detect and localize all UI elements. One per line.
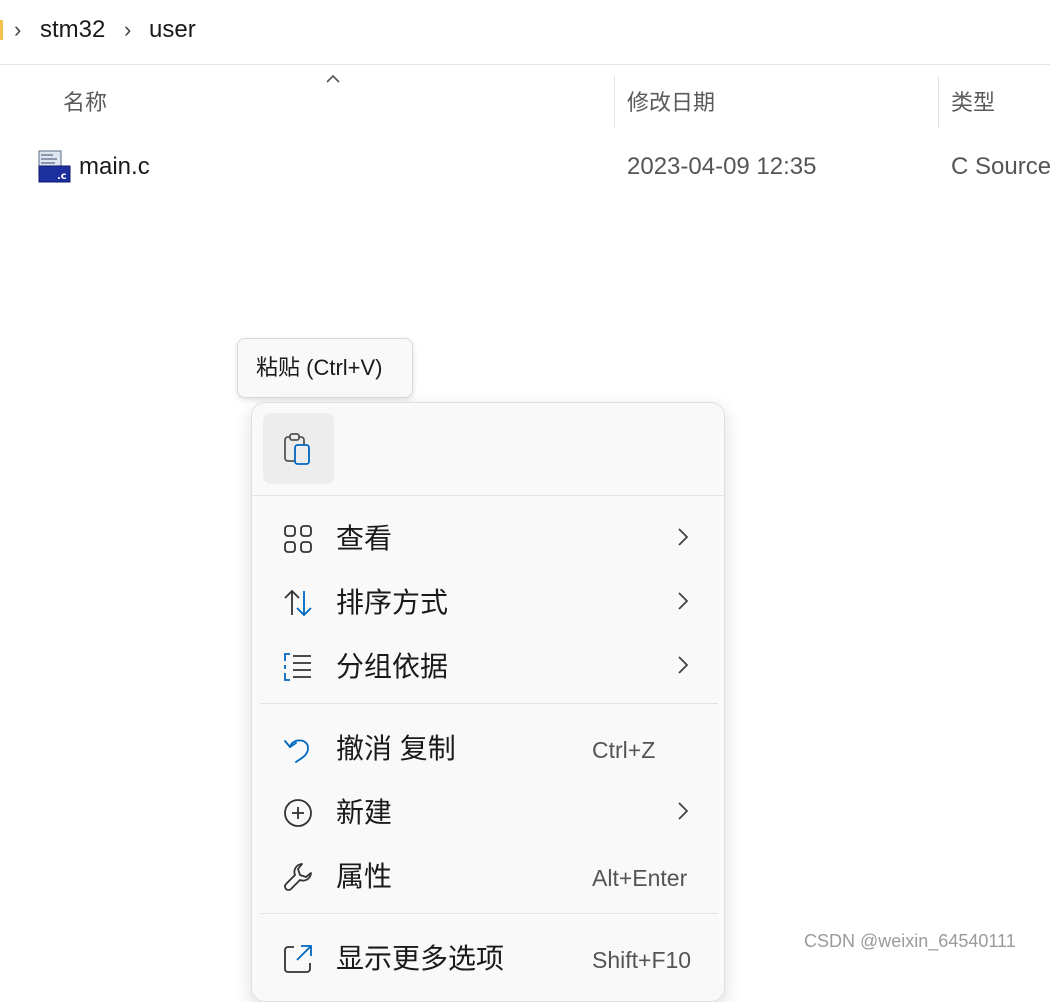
menu-divider	[260, 703, 718, 704]
group-list-icon	[284, 653, 311, 681]
undo-icon	[284, 739, 309, 763]
menu-item-show-more-options[interactable]: 显示更多选项 Shift+F10	[252, 929, 724, 985]
column-separator[interactable]	[614, 76, 615, 128]
column-separator[interactable]	[938, 76, 939, 128]
menu-item-label: 查看	[336, 523, 393, 554]
clipboard-icon	[284, 433, 310, 465]
wrench-icon	[284, 863, 312, 891]
menu-item-new[interactable]: 新建	[252, 783, 724, 839]
sort-ascending-icon	[326, 74, 340, 83]
paste-tooltip: 粘贴 (Ctrl+V)	[237, 338, 413, 398]
menu-item-label: 分组依据	[336, 651, 449, 682]
tooltip-text: 粘贴 (Ctrl+V)	[256, 355, 383, 380]
chevron-right-icon	[678, 656, 689, 674]
column-header-type[interactable]: 类型	[951, 88, 995, 118]
more-options-icon	[284, 945, 312, 973]
context-menu: 查看 排序方式 分组依据 撤消 复制 Ctrl+Z 新建 属性 Alt+Ente…	[251, 402, 725, 1002]
svg-text:.c: .c	[57, 171, 67, 182]
menu-item-properties[interactable]: 属性 Alt+Enter	[252, 847, 724, 903]
paste-button[interactable]	[263, 413, 334, 484]
breadcrumb-item-user[interactable]: user	[149, 15, 196, 45]
menu-item-shortcut: Shift+F10	[592, 947, 692, 973]
chevron-right-icon	[678, 528, 689, 546]
breadcrumb-item-stm32[interactable]: stm32	[40, 15, 105, 45]
file-name[interactable]: main.c	[79, 152, 150, 182]
menu-item-view[interactable]: 查看	[252, 509, 724, 565]
menu-item-shortcut: Ctrl+Z	[592, 737, 656, 763]
menu-divider	[252, 495, 724, 496]
menu-item-label: 新建	[336, 797, 393, 828]
chevron-right-icon[interactable]: ›	[124, 16, 131, 44]
header-divider	[0, 64, 1050, 65]
chevron-right-icon	[678, 802, 689, 820]
column-header-name[interactable]: 名称	[63, 88, 107, 118]
c-source-file-icon: .c	[38, 150, 71, 183]
menu-item-label: 属性	[336, 861, 393, 892]
sort-arrows-icon	[284, 589, 312, 617]
folder-icon	[0, 20, 3, 40]
menu-item-label: 排序方式	[336, 587, 449, 618]
new-plus-icon	[284, 799, 312, 827]
menu-item-label: 显示更多选项	[336, 943, 505, 974]
menu-item-sort-by[interactable]: 排序方式	[252, 573, 724, 629]
breadcrumb: › stm32 › user	[0, 0, 1050, 64]
menu-item-group-by[interactable]: 分组依据	[252, 637, 724, 693]
file-type: C Source	[951, 153, 1050, 180]
view-grid-icon	[284, 525, 312, 553]
file-date-modified: 2023-04-09 12:35	[627, 153, 817, 180]
menu-divider	[260, 913, 718, 914]
menu-item-undo-copy[interactable]: 撤消 复制 Ctrl+Z	[252, 719, 724, 775]
chevron-right-icon[interactable]: ›	[14, 16, 21, 44]
menu-item-shortcut: Alt+Enter	[592, 865, 688, 891]
menu-item-label: 撤消 复制	[336, 733, 456, 764]
watermark: CSDN @weixin_64540111	[804, 931, 1016, 951]
chevron-right-icon	[678, 592, 689, 610]
column-header-date-modified[interactable]: 修改日期	[627, 88, 715, 118]
